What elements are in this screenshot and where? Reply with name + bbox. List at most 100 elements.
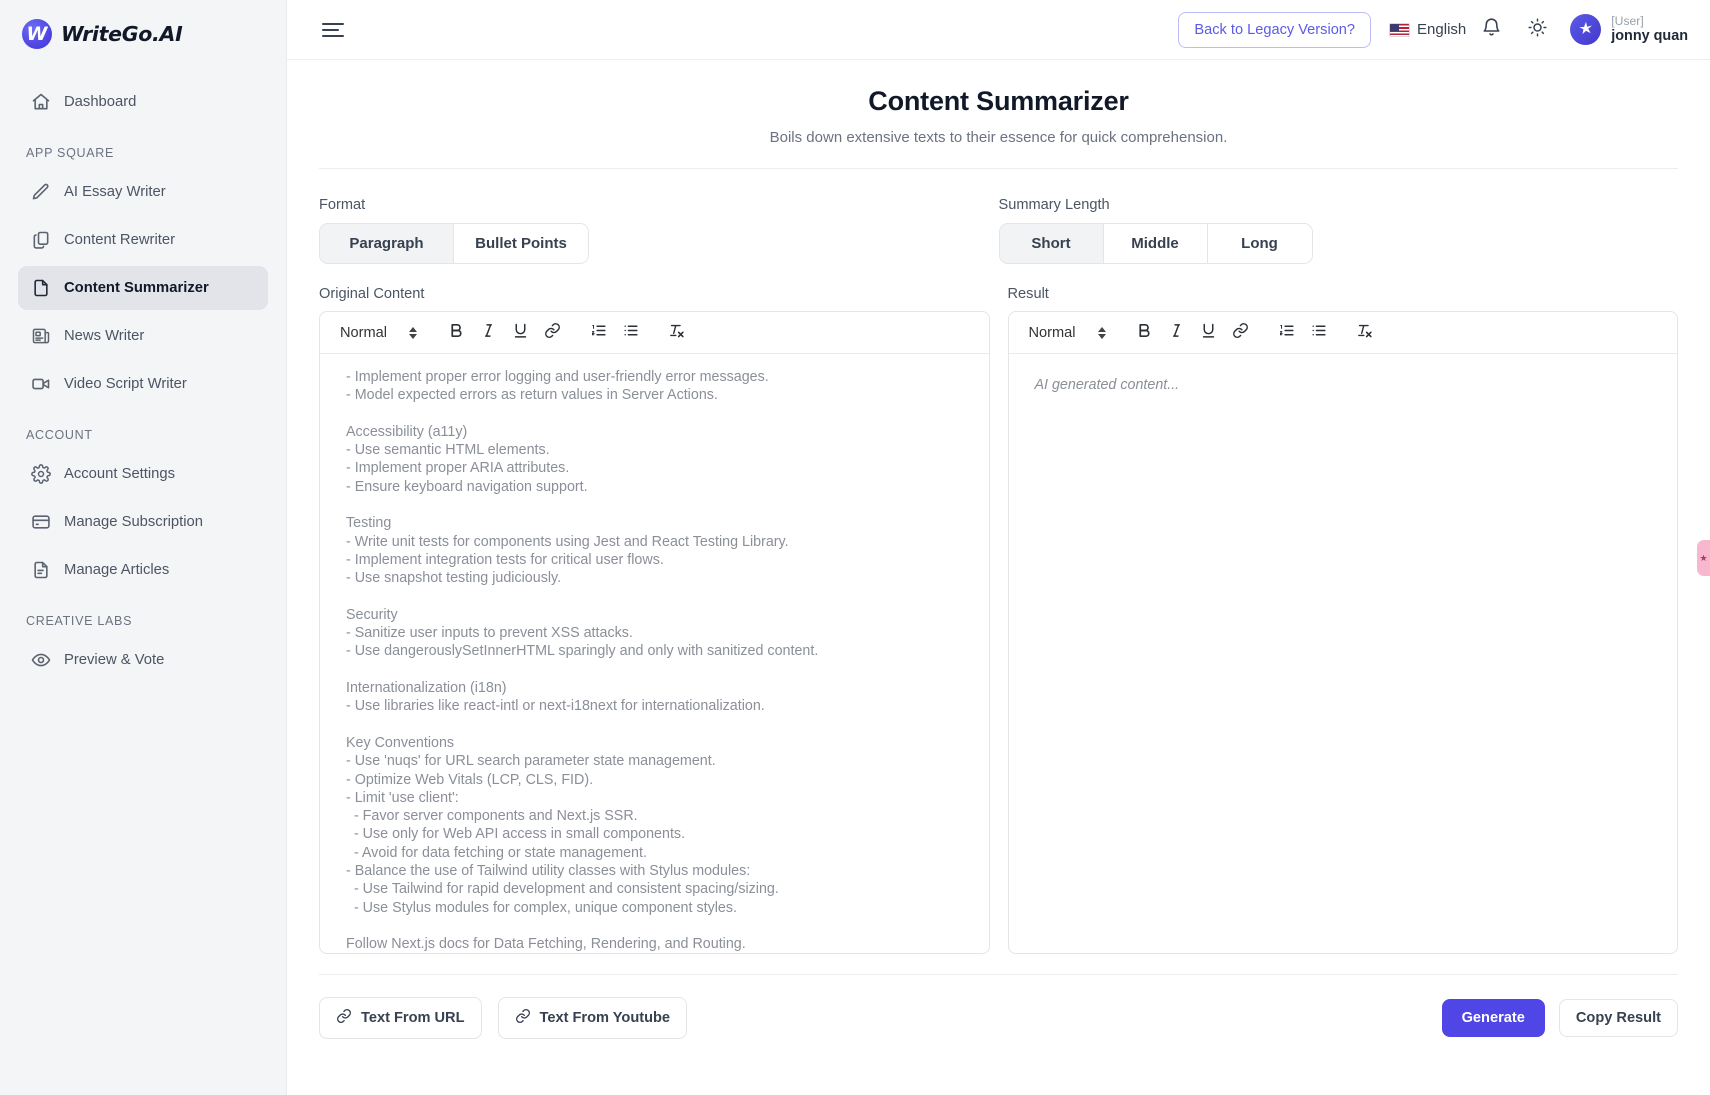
sidebar-item-news-writer[interactable]: News Writer: [18, 314, 268, 358]
home-icon: [30, 92, 51, 113]
result-ordered-list-button[interactable]: [1272, 318, 1302, 348]
page-title: Content Summarizer: [868, 86, 1129, 116]
summary-length-option-short[interactable]: Short: [999, 224, 1104, 263]
link-icon: [336, 1008, 352, 1028]
bold-icon: [1136, 322, 1153, 344]
result-block-format-select[interactable]: Normal: [1019, 318, 1114, 348]
hamburger-icon[interactable]: [321, 20, 345, 40]
ordered-list-button[interactable]: [583, 318, 613, 348]
result-underline-button[interactable]: [1194, 318, 1224, 348]
result-bold-button[interactable]: [1130, 318, 1160, 348]
app-root: W WriteGo.AI Dashboard APP SQUARE AI Ess…: [0, 0, 1710, 1095]
brand-mark-icon: W: [22, 19, 52, 49]
result-label: Result: [1007, 286, 1049, 302]
result-link-button[interactable]: [1226, 318, 1256, 348]
sidebar-item-video-script-writer[interactable]: Video Script Writer: [18, 362, 268, 406]
chevron-updown-icon: [409, 326, 418, 339]
original-editor-toolbar: Normal: [320, 312, 989, 354]
link-icon: [544, 322, 561, 344]
result-clear-format-button[interactable]: [1350, 318, 1380, 348]
feedback-edge-tab[interactable]: ★: [1697, 540, 1710, 576]
brand-logo[interactable]: W WriteGo.AI: [0, 4, 286, 64]
result-block-format-value: Normal: [1028, 324, 1076, 341]
sidebar-item-content-rewriter[interactable]: Content Rewriter: [18, 218, 268, 262]
theme-toggle-button[interactable]: [1516, 9, 1558, 51]
generate-button[interactable]: Generate: [1441, 999, 1545, 1037]
editors-row: Original Content Normal - Implement prop…: [319, 264, 1678, 954]
topbar: Back to Legacy Version? English [User] j…: [287, 0, 1710, 60]
link-icon: [515, 1008, 531, 1028]
summary-length-option-long[interactable]: Long: [1207, 224, 1312, 263]
underline-icon: [512, 322, 529, 344]
back-to-legacy-version-button[interactable]: Back to Legacy Version?: [1178, 11, 1372, 48]
text-from-youtube-label: Text From Youtube: [539, 1010, 671, 1026]
sidebar-item-manage-articles[interactable]: Manage Articles: [18, 548, 268, 592]
text-from-url-button[interactable]: Text From URL: [319, 997, 482, 1039]
notifications-button[interactable]: [1470, 9, 1512, 51]
result-editor: Normal AI generated content...: [1007, 311, 1678, 954]
original-content-label: Original Content: [319, 286, 425, 302]
sidebar-item-label: Manage Articles: [64, 562, 170, 578]
copy-result-button[interactable]: Copy Result: [1558, 999, 1678, 1037]
result-textarea[interactable]: AI generated content...: [1009, 354, 1678, 953]
gear-icon: [30, 464, 51, 485]
original-content-editor: Normal - Implement proper error logging …: [319, 311, 990, 954]
user-menu[interactable]: [User] jonny quan: [1570, 14, 1694, 46]
chevron-updown-icon: [1097, 326, 1106, 339]
user-meta: [User] jonny quan: [1611, 14, 1688, 46]
link-icon: [1232, 322, 1249, 344]
sidebar-item-label: News Writer: [64, 328, 145, 344]
format-control: Format Paragraph Bullet Points: [319, 197, 999, 264]
sidebar: W WriteGo.AI Dashboard APP SQUARE AI Ess…: [0, 0, 287, 1095]
original-content-textarea[interactable]: - Implement proper error logging and use…: [320, 354, 989, 953]
page-subtitle: Boils down extensive texts to their esse…: [769, 129, 1228, 146]
block-format-select[interactable]: Normal: [330, 318, 425, 348]
video-icon: [30, 374, 51, 395]
format-option-paragraph[interactable]: Paragraph: [320, 224, 454, 263]
language-label: English: [1417, 21, 1467, 38]
copy-icon: [30, 230, 51, 251]
sidebar-item-label: Content Summarizer: [64, 280, 209, 296]
bold-button[interactable]: [441, 318, 471, 348]
bullet-list-icon: [622, 322, 639, 344]
sidebar-item-label: Video Script Writer: [64, 376, 187, 392]
sidebar-item-dashboard[interactable]: Dashboard: [18, 80, 268, 124]
text-from-youtube-button[interactable]: Text From Youtube: [497, 997, 688, 1039]
link-button[interactable]: [537, 318, 567, 348]
result-bullet-list-button[interactable]: [1304, 318, 1334, 348]
clear-format-icon: [668, 322, 685, 344]
underline-button[interactable]: [505, 318, 535, 348]
result-editor-toolbar: Normal: [1008, 312, 1677, 354]
sidebar-item-manage-subscription[interactable]: Manage Subscription: [18, 500, 268, 544]
ordered-list-icon: [590, 322, 607, 344]
italic-icon: [480, 322, 497, 344]
clear-format-button[interactable]: [661, 318, 691, 348]
sidebar-item-ai-essay-writer[interactable]: AI Essay Writer: [18, 170, 268, 214]
summary-length-option-middle[interactable]: Middle: [1103, 224, 1208, 263]
sidebar-item-label: Account Settings: [64, 466, 176, 482]
underline-icon: [1200, 322, 1217, 344]
user-role: [User]: [1611, 13, 1644, 28]
format-label: Format: [319, 197, 366, 213]
sidebar-item-label: AI Essay Writer: [64, 184, 166, 200]
footer-actions: Text From URL Text From Youtube Generate…: [319, 975, 1678, 1039]
footer-right-actions: Generate Copy Result: [1441, 999, 1678, 1037]
sidebar-item-content-summarizer[interactable]: Content Summarizer: [18, 266, 268, 310]
sidebar-nav: Dashboard APP SQUARE AI Essay Writer Con…: [0, 64, 286, 682]
sidebar-item-account-settings[interactable]: Account Settings: [18, 452, 268, 496]
avatar: [1570, 13, 1602, 45]
bold-icon: [448, 322, 465, 344]
result-italic-button[interactable]: [1162, 318, 1192, 348]
footer-left-actions: Text From URL Text From Youtube: [319, 997, 688, 1039]
block-format-value: Normal: [340, 324, 388, 341]
document-icon: [30, 560, 51, 581]
topbar-right-cluster: Back to Legacy Version? English [User] j…: [1178, 9, 1694, 51]
sidebar-group-app-square: APP SQUARE: [26, 146, 115, 160]
language-selector[interactable]: English: [1389, 21, 1466, 38]
pencil-icon: [30, 182, 51, 203]
format-option-bullet-points[interactable]: Bullet Points: [454, 224, 588, 263]
main-area: Back to Legacy Version? English [User] j…: [287, 0, 1710, 1095]
bullet-list-button[interactable]: [615, 318, 645, 348]
sidebar-item-preview-and-vote[interactable]: Preview & Vote: [18, 638, 268, 682]
italic-button[interactable]: [473, 318, 503, 348]
